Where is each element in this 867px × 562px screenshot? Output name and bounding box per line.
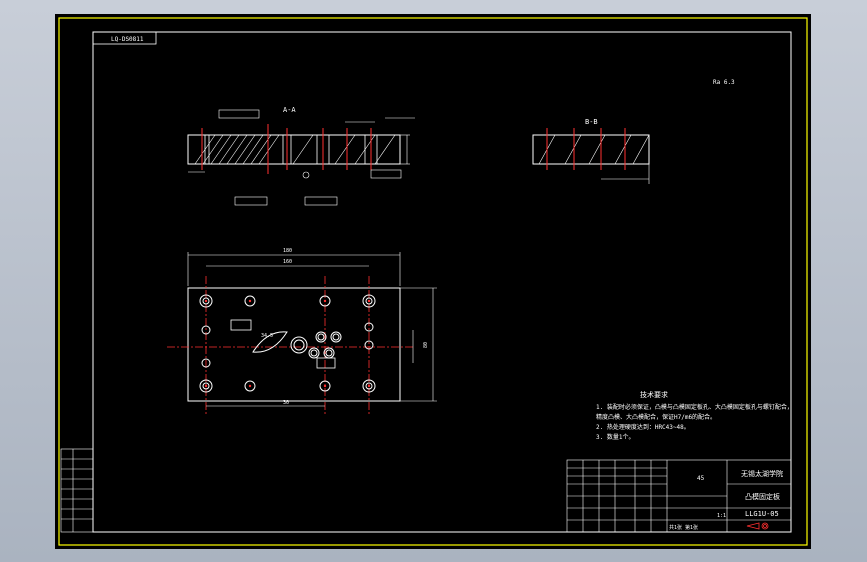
title-drawing-no: LLG1U-05 bbox=[745, 510, 779, 518]
title-part-name: 凸模固定板 bbox=[745, 492, 780, 501]
section-b-view bbox=[532, 128, 650, 170]
dim-overall-width: 180 bbox=[283, 248, 292, 254]
cad-viewport[interactable]: LQ-DS0811 Ra 6.3 A-A B-B 180 160 80 30 3… bbox=[55, 14, 811, 549]
side-info-block bbox=[60, 448, 94, 533]
tech-req-item-4: 3. 数量1个。 bbox=[596, 433, 634, 441]
dim-hole-spacing: 30 bbox=[283, 400, 289, 406]
title-material: 45 bbox=[697, 475, 705, 482]
outer-frame bbox=[58, 17, 808, 546]
dim-height: 80 bbox=[423, 342, 429, 348]
title-school: 无锡太湖学院 bbox=[741, 469, 783, 478]
section-a-annotations bbox=[188, 109, 415, 206]
tech-req-item-1: 1. 装配时必须保证，凸模与凸模固定板孔、大凸模固定板孔与螺钉配合， bbox=[596, 403, 793, 411]
dim-inner-width: 160 bbox=[283, 259, 292, 265]
tech-req-title: 技术要求 bbox=[640, 390, 668, 399]
tech-req-item-2: 精度凸模、大凸模配合，保证H7/m6的配合。 bbox=[596, 413, 716, 421]
code-text: LQ-DS0811 bbox=[111, 36, 144, 43]
tech-requirements: 技术要求 1. 装配时必须保证，凸模与凸模固定板孔、大凸模固定板孔与螺钉配合， … bbox=[596, 390, 793, 441]
section-b-label: B-B bbox=[585, 118, 598, 126]
roughness-note: Ra 6.3 bbox=[713, 79, 735, 86]
title-sheet: 共1张 第1张 bbox=[669, 524, 698, 531]
inner-border bbox=[92, 31, 792, 533]
section-a-label: A-A bbox=[283, 106, 296, 114]
tech-req-item-3: 2. 热处理硬度达到：HRC43~48。 bbox=[596, 423, 690, 431]
title-scale: 1:1 bbox=[717, 513, 726, 519]
drawing-canvas: LQ-DS0811 Ra 6.3 A-A B-B 180 160 80 30 3… bbox=[58, 17, 808, 546]
plan-view bbox=[167, 276, 415, 416]
projection-symbol-icon bbox=[746, 522, 769, 530]
section-a-view bbox=[187, 124, 401, 174]
dim-left-offset: 34.5 bbox=[261, 333, 273, 339]
